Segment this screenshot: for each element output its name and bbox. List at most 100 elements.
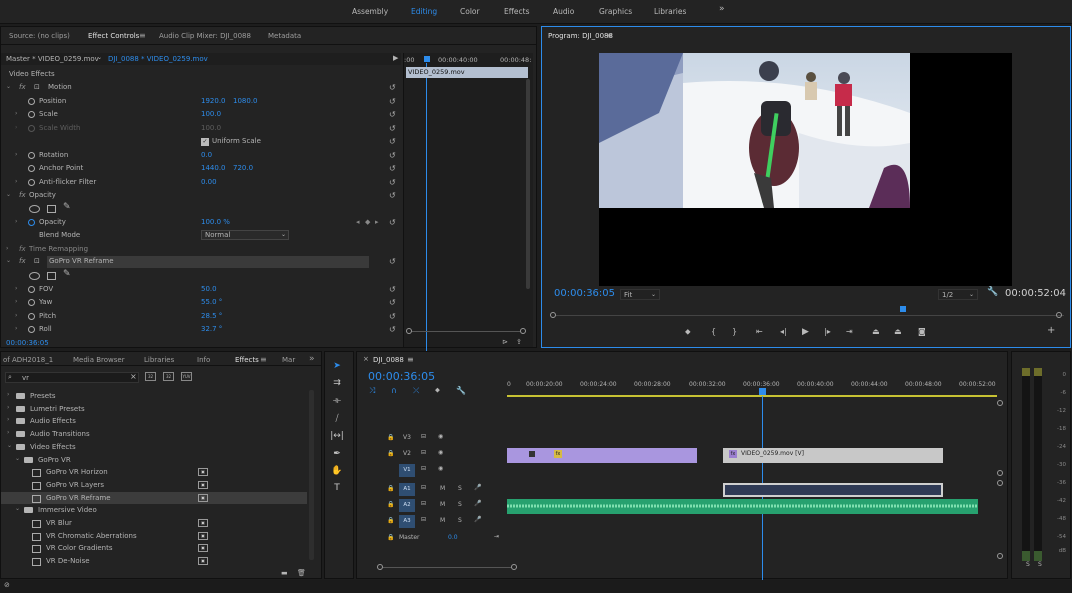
chevron-down-icon[interactable]: ⌄ bbox=[15, 505, 20, 512]
list-item[interactable]: VR Chromatic Aberrations ▣ bbox=[1, 530, 307, 542]
chevron-right-icon[interactable]: › bbox=[15, 218, 22, 225]
scrollbar[interactable] bbox=[309, 390, 314, 560]
chevron-right-icon[interactable]: › bbox=[15, 312, 22, 319]
chevron-right-icon[interactable]: › bbox=[7, 416, 9, 423]
pen-tool-icon[interactable]: ✒ bbox=[328, 449, 346, 465]
chevron-down-icon[interactable]: ⌄ bbox=[7, 442, 12, 449]
eye-icon[interactable]: ◉ bbox=[438, 433, 443, 440]
effect-time-remapping[interactable]: › fx Time Remapping bbox=[1, 244, 401, 256]
rectangle-mask-icon[interactable] bbox=[47, 205, 56, 213]
lock-icon[interactable]: 🔒 bbox=[387, 517, 394, 524]
reset-icon[interactable]: ↺ bbox=[389, 164, 396, 173]
selection-tool-icon[interactable]: ➤ bbox=[328, 361, 346, 377]
sync-lock-icon[interactable]: ⊟ bbox=[421, 465, 426, 472]
microphone-icon[interactable]: 🎤 bbox=[474, 484, 481, 491]
anchor-y-value[interactable]: 720.0 bbox=[233, 164, 253, 172]
mark-out-icon[interactable]: } bbox=[732, 327, 737, 336]
add-marker-icon[interactable]: ⬥ bbox=[435, 386, 440, 395]
lock-icon[interactable]: 🔒 bbox=[387, 501, 394, 508]
roll-value[interactable]: 32.7 ° bbox=[201, 325, 222, 333]
keyframe-add-icon[interactable]: ◆ bbox=[365, 218, 370, 226]
chevron-right-icon[interactable]: › bbox=[6, 245, 13, 252]
opacity-value[interactable]: 100.0 % bbox=[201, 218, 230, 226]
tabs-more-button[interactable]: » bbox=[309, 354, 315, 364]
reset-icon[interactable]: ↺ bbox=[389, 151, 396, 160]
time-ruler[interactable]: 0 00:00:20:00 00:00:24:00 00:00:28:00 00… bbox=[507, 378, 997, 400]
go-to-end-icon[interactable]: ⇥ bbox=[494, 533, 499, 540]
panel-menu-icon[interactable]: ≡ bbox=[407, 355, 414, 364]
sync-lock-icon[interactable]: ⊟ bbox=[421, 484, 426, 491]
eye-icon[interactable]: ◉ bbox=[438, 449, 443, 456]
mark-in-icon[interactable]: { bbox=[711, 327, 716, 336]
scroll-handle-top[interactable] bbox=[997, 400, 1003, 406]
export-icon[interactable]: ⇪ bbox=[516, 338, 522, 346]
scale-value[interactable]: 100.0 bbox=[201, 110, 221, 118]
list-item[interactable]: VR Blur ▣ bbox=[1, 517, 307, 529]
reset-icon[interactable]: ↺ bbox=[389, 110, 396, 119]
reset-icon[interactable]: ↺ bbox=[389, 178, 396, 187]
workspace-editing[interactable]: Editing bbox=[411, 7, 437, 16]
reset-icon[interactable]: ↺ bbox=[389, 124, 396, 133]
scroll-handle-mid[interactable] bbox=[997, 480, 1003, 486]
workspace-audio[interactable]: Audio bbox=[553, 7, 574, 16]
workspace-graphics[interactable]: Graphics bbox=[599, 7, 632, 16]
play-icon[interactable]: ▶ bbox=[802, 327, 809, 337]
delete-icon[interactable]: 🗑 bbox=[297, 569, 306, 577]
stopwatch-icon[interactable] bbox=[28, 165, 35, 172]
solo-button[interactable]: S bbox=[458, 485, 462, 492]
workspace-libraries[interactable]: Libraries bbox=[654, 7, 686, 16]
stopwatch-icon[interactable] bbox=[28, 179, 35, 186]
timeline-timecode[interactable]: 00:00:36:05 bbox=[368, 370, 435, 383]
reset-icon[interactable]: ↺ bbox=[389, 312, 396, 321]
lock-icon[interactable]: 🔒 bbox=[387, 534, 394, 541]
reset-icon[interactable]: ↺ bbox=[389, 285, 396, 294]
ellipse-mask-icon[interactable] bbox=[29, 272, 40, 280]
hand-tool-icon[interactable]: ✋ bbox=[328, 466, 346, 482]
keyframe-prev-icon[interactable]: ◂ bbox=[356, 218, 360, 226]
tab-menu-icon[interactable]: ≡ bbox=[260, 355, 267, 364]
new-bin-icon[interactable]: ▬ bbox=[281, 569, 288, 577]
solo-button[interactable]: S bbox=[458, 501, 462, 508]
stopwatch-icon[interactable] bbox=[28, 111, 35, 118]
tab-effects[interactable]: Effects bbox=[235, 356, 259, 364]
pitch-value[interactable]: 28.5 ° bbox=[201, 312, 222, 320]
position-x-value[interactable]: 1920.0 bbox=[201, 97, 226, 105]
list-item[interactable]: › Audio Transitions bbox=[1, 428, 307, 440]
antiflicker-value[interactable]: 0.00 bbox=[201, 178, 217, 186]
reset-icon[interactable]: ↺ bbox=[389, 137, 396, 146]
track-target-a3[interactable]: A3 bbox=[399, 515, 415, 528]
zoom-handle-right[interactable] bbox=[511, 564, 517, 570]
program-timecode[interactable]: 00:00:36:05 bbox=[554, 288, 615, 299]
track-target-v1[interactable]: V1 bbox=[399, 464, 415, 477]
type-tool-icon[interactable]: T bbox=[328, 483, 346, 499]
lock-icon[interactable]: 🔒 bbox=[387, 450, 394, 457]
ellipse-mask-icon[interactable] bbox=[29, 205, 40, 213]
export-frame-icon[interactable]: ◙ bbox=[918, 327, 926, 336]
clip-v2-nest[interactable]: fx bbox=[507, 448, 697, 463]
lock-icon[interactable]: 🔒 bbox=[387, 485, 394, 492]
track-target-a2[interactable]: A2 bbox=[399, 499, 415, 512]
sequence-clip-label[interactable]: DJI_0088 * VIDEO_0259.mov bbox=[108, 55, 208, 63]
solo-right-button[interactable]: S bbox=[1038, 561, 1042, 568]
list-item[interactable]: VR Color Gradients ▣ bbox=[1, 542, 307, 554]
stopwatch-icon[interactable] bbox=[28, 299, 35, 306]
yuv-filter-icon[interactable]: YUV bbox=[181, 372, 192, 381]
pen-mask-icon[interactable]: ✎ bbox=[63, 269, 71, 279]
sync-lock-icon[interactable]: ⊟ bbox=[421, 449, 426, 456]
effect-controls-timecode[interactable]: 00:00:36:05 bbox=[6, 339, 49, 347]
tab-libraries[interactable]: Libraries bbox=[144, 356, 174, 364]
reset-icon[interactable]: ↺ bbox=[389, 218, 396, 227]
fov-value[interactable]: 50.0 bbox=[201, 285, 217, 293]
clip-a2-audio[interactable] bbox=[507, 499, 978, 514]
workspace-effects[interactable]: Effects bbox=[504, 7, 530, 16]
list-item[interactable]: › Audio Effects bbox=[1, 415, 307, 427]
list-item[interactable]: GoPro VR Layers ▣ bbox=[1, 479, 307, 491]
yaw-value[interactable]: 55.0 ° bbox=[201, 298, 222, 306]
chevron-down-icon[interactable]: ⌄ bbox=[281, 231, 286, 238]
stopwatch-icon[interactable] bbox=[28, 313, 35, 320]
eye-icon[interactable]: ◉ bbox=[438, 465, 443, 472]
timeline-playhead-handle[interactable] bbox=[759, 388, 766, 395]
fx-icon[interactable]: fx bbox=[19, 257, 26, 265]
clear-search-icon[interactable]: × bbox=[130, 372, 137, 381]
microphone-icon[interactable]: 🎤 bbox=[474, 516, 481, 523]
